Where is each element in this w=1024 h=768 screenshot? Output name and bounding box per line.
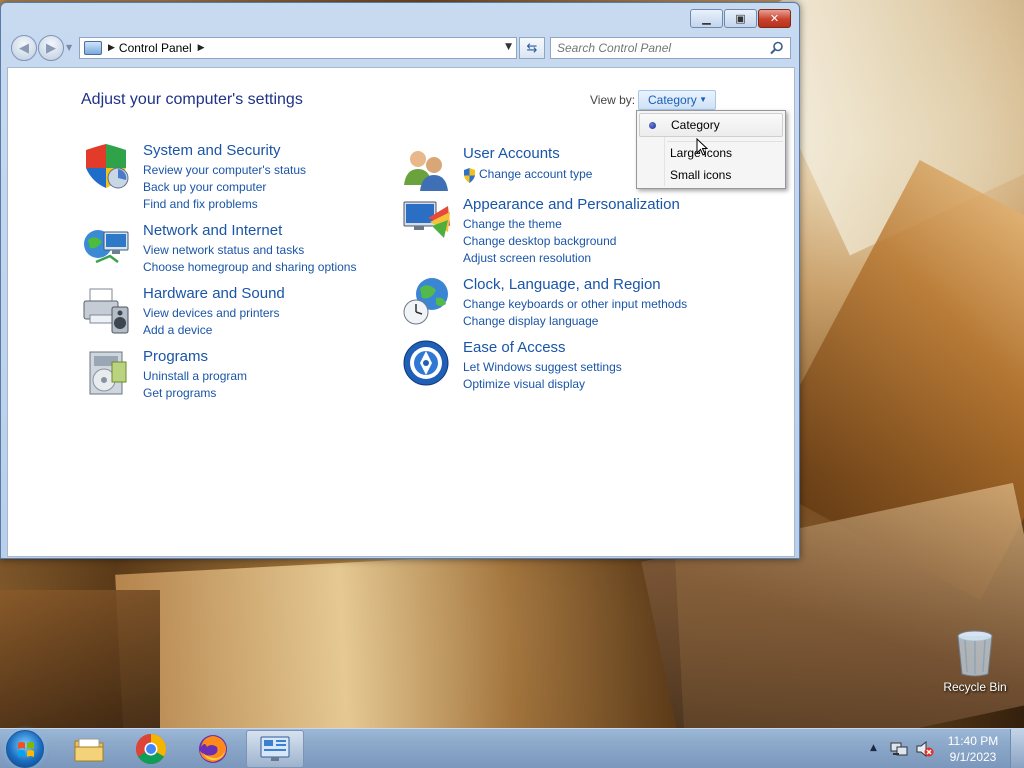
menu-item-small-icons[interactable]: Small icons: [639, 163, 783, 187]
file-explorer-icon: [74, 738, 104, 762]
network-globe-icon[interactable]: [82, 222, 132, 272]
clock-globe-icon[interactable]: [402, 276, 452, 326]
monitor-palette-icon[interactable]: [402, 196, 452, 246]
address-bar[interactable]: ▶ Control Panel ▶ ▼: [79, 37, 517, 59]
clock-time: 11:40 PM: [947, 734, 999, 748]
view-by-dropdown[interactable]: Category ▼: [638, 90, 716, 110]
search-icon[interactable]: [770, 41, 784, 55]
task-link[interactable]: Change desktop background: [463, 234, 616, 248]
clock-date: 9/1/2023: [949, 750, 997, 764]
firefox-icon: [199, 735, 227, 763]
navigation-bar: ◀ ▶ ▼ ▶ Control Panel ▶ ▼ ⇆: [7, 35, 795, 63]
ease-of-access-icon[interactable]: [402, 339, 452, 389]
taskbar-firefox[interactable]: [184, 730, 242, 768]
show-hidden-icons-button[interactable]: ▲: [870, 743, 877, 753]
category-title[interactable]: Hardware and Sound: [143, 285, 285, 302]
chrome-icon: [135, 734, 167, 765]
chevron-down-icon: ▼: [699, 95, 707, 104]
wallpaper-band: [115, 545, 685, 728]
task-link[interactable]: View devices and printers: [143, 306, 280, 320]
task-link[interactable]: Optimize visual display: [463, 377, 585, 391]
task-link[interactable]: Choose homegroup and sharing options: [143, 260, 356, 274]
page-title: Adjust your computer's settings: [81, 91, 303, 108]
view-by-value: Category: [648, 93, 697, 107]
category-title[interactable]: System and Security: [143, 142, 281, 159]
system-clock[interactable]: 11:40 PM 9/1/2023: [944, 733, 1002, 765]
taskbar: ▲ 11:40 PM 9/1/2023: [0, 728, 1024, 768]
recycle-bin-label: Recycle Bin: [943, 680, 1007, 694]
category-title[interactable]: Appearance and Personalization: [463, 196, 680, 213]
minimize-button[interactable]: ▁: [690, 9, 723, 28]
close-button[interactable]: ✕: [758, 9, 791, 28]
back-button[interactable]: ◀: [11, 35, 37, 61]
task-link[interactable]: Find and fix problems: [143, 197, 258, 211]
address-dropdown-icon[interactable]: ▼: [505, 42, 512, 52]
menu-item-label: Small icons: [670, 168, 732, 182]
category-title[interactable]: Programs: [143, 348, 208, 365]
arrow-right-icon: ▶: [46, 40, 56, 56]
radio-selected-icon: [649, 122, 656, 129]
task-link[interactable]: View network status and tasks: [143, 243, 304, 257]
category-title[interactable]: Clock, Language, and Region: [463, 276, 661, 293]
network-status-icon[interactable]: [890, 741, 908, 757]
search-input[interactable]: [557, 41, 767, 55]
search-box[interactable]: [550, 37, 791, 59]
view-by-label: View by:: [590, 93, 636, 107]
task-link[interactable]: Back up your computer: [143, 180, 266, 194]
task-link[interactable]: Adjust screen resolution: [463, 251, 591, 265]
task-link[interactable]: Change account type: [479, 167, 592, 181]
taskbar-chrome[interactable]: [122, 730, 180, 768]
maximize-button[interactable]: ▣: [724, 9, 757, 28]
show-desktop-button[interactable]: [1010, 729, 1024, 768]
task-link[interactable]: Change keyboards or other input methods: [463, 297, 687, 311]
breadcrumb-control-panel[interactable]: Control Panel: [119, 41, 192, 55]
task-link[interactable]: Let Windows suggest settings: [463, 360, 622, 374]
windows-logo-icon: [18, 742, 34, 757]
recent-pages-dropdown[interactable]: ▼: [66, 43, 72, 52]
refresh-icon: ⇆: [526, 40, 538, 56]
uac-shield-icon: [464, 168, 475, 183]
breadcrumb-chevron-icon[interactable]: ▶: [198, 43, 205, 53]
arrow-left-icon: ◀: [19, 40, 29, 56]
menu-item-label: Category: [671, 118, 720, 132]
forward-button[interactable]: ▶: [38, 35, 64, 61]
taskbar-file-explorer[interactable]: [60, 730, 118, 768]
window-controls: ▁ ▣ ✕: [690, 9, 791, 28]
task-link[interactable]: Add a device: [143, 323, 212, 337]
start-button[interactable]: [6, 730, 44, 768]
printer-speaker-icon[interactable]: [82, 285, 132, 335]
programs-box-icon[interactable]: [82, 348, 132, 398]
category-title[interactable]: Network and Internet: [143, 222, 282, 239]
mouse-cursor-icon: [696, 138, 708, 156]
task-link[interactable]: Review your computer's status: [143, 163, 306, 177]
control-panel-window: ▁ ▣ ✕ ◀ ▶ ▼ ▶ Control Panel ▶ ▼ ⇆ Search…: [0, 2, 800, 559]
wallpaper-band: [0, 590, 160, 728]
view-by-menu: Category Large icons Small icons: [636, 110, 786, 189]
control-panel-icon: [260, 736, 290, 761]
shield-icon[interactable]: [82, 142, 132, 192]
recycle-bin-shortcut[interactable]: Recycle Bin: [940, 630, 1010, 694]
task-link[interactable]: Change display language: [463, 314, 598, 328]
control-panel-small-icon: [84, 41, 102, 55]
volume-muted-icon[interactable]: [916, 741, 934, 757]
task-link[interactable]: Get programs: [143, 386, 216, 400]
users-icon[interactable]: [402, 145, 452, 195]
taskbar-control-panel[interactable]: [246, 730, 304, 768]
breadcrumb-chevron-icon[interactable]: ▶: [108, 43, 115, 53]
category-title[interactable]: User Accounts: [463, 145, 560, 162]
recycle-bin-icon: [957, 630, 993, 677]
refresh-button[interactable]: ⇆: [519, 37, 545, 59]
task-link[interactable]: Uninstall a program: [143, 369, 247, 383]
menu-item-category[interactable]: Category: [639, 113, 783, 137]
menu-item-large-icons[interactable]: Large icons: [639, 141, 783, 165]
category-title[interactable]: Ease of Access: [463, 339, 566, 356]
task-link[interactable]: Change the theme: [463, 217, 562, 231]
